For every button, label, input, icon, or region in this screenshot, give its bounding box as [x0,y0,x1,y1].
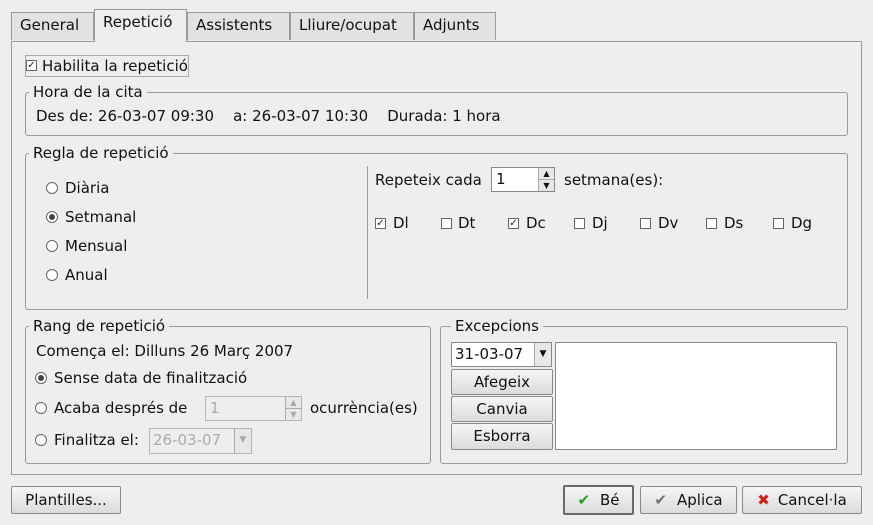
day-mon-checkbox[interactable]: ✓ [375,218,386,229]
exceptions-list[interactable] [555,342,837,450]
tab-label: Repetició [103,13,173,31]
repeat-unit-label: setmana(es): [564,171,664,189]
radio-no-end-date[interactable] [35,372,47,384]
ok-button[interactable]: ✔ Bé [563,485,634,515]
check-icon: ✔ [577,491,591,509]
spin-down-icon[interactable]: ▼ [286,409,301,421]
delete-exception-button[interactable]: Esborra [451,423,553,450]
tab-label: Assistents [196,16,273,34]
day-tue-label: Dt [458,214,476,232]
day-fri-label: Dv [658,214,679,232]
radio-monthly-label: Mensual [65,237,128,255]
tab-recurrence[interactable]: Repetició [94,9,187,42]
end-after-label: Acaba després de [54,399,188,417]
add-exception-button[interactable]: Afegeix [451,369,553,395]
day-wed-checkbox[interactable]: ✓ [508,218,519,229]
templates-button[interactable]: Plantilles... [11,486,121,514]
day-sun-label: Dg [791,214,813,232]
spin-down-icon[interactable]: ▼ [539,180,554,192]
tab-free-busy[interactable]: Lliure/ocupat [290,12,414,40]
day-tue-checkbox[interactable] [441,218,452,229]
add-exception-label: Afegeix [473,373,531,391]
radio-daily[interactable] [46,182,58,194]
radio-yearly-label: Anual [65,266,108,284]
spin-arrows[interactable]: ▲ ▼ [538,168,554,191]
tab-attendees[interactable]: Assistents [187,12,290,40]
apply-label: Aplica [677,491,723,509]
checkbox-box: ✓ [26,60,37,71]
cancel-button[interactable]: ✖ Cancel·la [742,486,862,514]
day-fri-checkbox[interactable] [640,218,651,229]
radio-end-on[interactable] [35,434,47,446]
day-sun-checkbox[interactable] [773,218,784,229]
ok-label: Bé [600,491,620,509]
repeat-every-label: Repeteix cada [375,171,482,189]
tab-label: Adjunts [423,16,480,34]
chevron-down-icon[interactable]: ▼ [534,343,551,366]
enable-recurrence-checkbox[interactable]: ✓ Habilita la repetició [25,55,189,77]
tab-attachments[interactable]: Adjunts [414,12,496,40]
range-start-text: Comença el: Dilluns 26 Març 2007 [36,342,294,360]
repeat-every-spinbox[interactable]: 1 ▲ ▼ [491,167,555,192]
radio-end-after[interactable] [35,402,47,414]
spin-arrows[interactable]: ▲ ▼ [285,397,301,420]
recurrence-rule-title: Regla de repetició [29,144,173,162]
end-on-date-combo[interactable]: 26-03-07 ▼ [149,428,252,454]
apply-button[interactable]: ✔ Aplica [640,486,737,514]
day-thu-checkbox[interactable] [574,218,585,229]
day-wed-label: Dc [526,214,546,232]
day-sat-label: Ds [724,214,744,232]
day-sat-checkbox[interactable] [706,218,717,229]
tab-general[interactable]: General [11,12,94,40]
enable-recurrence-label: Habilita la repetició [42,57,188,75]
radio-daily-label: Diària [65,179,110,197]
check-icon: ✔ [654,491,667,509]
end-after-value: 1 [210,399,220,417]
recurrence-range-title: Rang de repetició [29,317,170,335]
radio-monthly[interactable] [46,240,58,252]
change-exception-button[interactable]: Canvia [451,396,553,422]
end-on-date-value: 26-03-07 [153,431,222,449]
end-after-spinbox[interactable]: 1 ▲ ▼ [205,396,302,421]
day-thu-label: Dj [592,214,608,232]
day-mon-label: Dl [393,214,409,232]
exceptions-title: Excepcions [451,317,544,335]
radio-weekly[interactable] [46,211,58,223]
exception-date-value: 31-03-07 [455,345,524,363]
rule-divider [367,166,368,299]
exception-date-combo[interactable]: 31-03-07 ▼ [451,342,552,367]
radio-weekly-label: Setmanal [65,208,137,226]
delete-exception-label: Esborra [473,427,531,445]
chevron-down-icon[interactable]: ▼ [234,429,251,453]
appointment-time-summary: Des de: 26-03-07 09:30 a: 26-03-07 10:30… [36,107,501,125]
repeat-every-value: 1 [496,170,506,188]
templates-label: Plantilles... [25,491,107,509]
cancel-label: Cancel·la [777,491,847,509]
spin-up-icon[interactable]: ▲ [286,397,301,409]
end-on-label: Finalitza el: [54,431,139,449]
no-end-date-label: Sense data de finalització [54,369,248,387]
tab-label: Lliure/ocupat [299,16,397,34]
tab-label: General [20,16,80,34]
change-exception-label: Canvia [476,400,528,418]
close-icon: ✖ [757,491,770,509]
spin-up-icon[interactable]: ▲ [539,168,554,180]
radio-yearly[interactable] [46,269,58,281]
occurrences-label: ocurrència(es) [310,399,418,417]
appointment-time-title: Hora de la cita [29,83,147,101]
